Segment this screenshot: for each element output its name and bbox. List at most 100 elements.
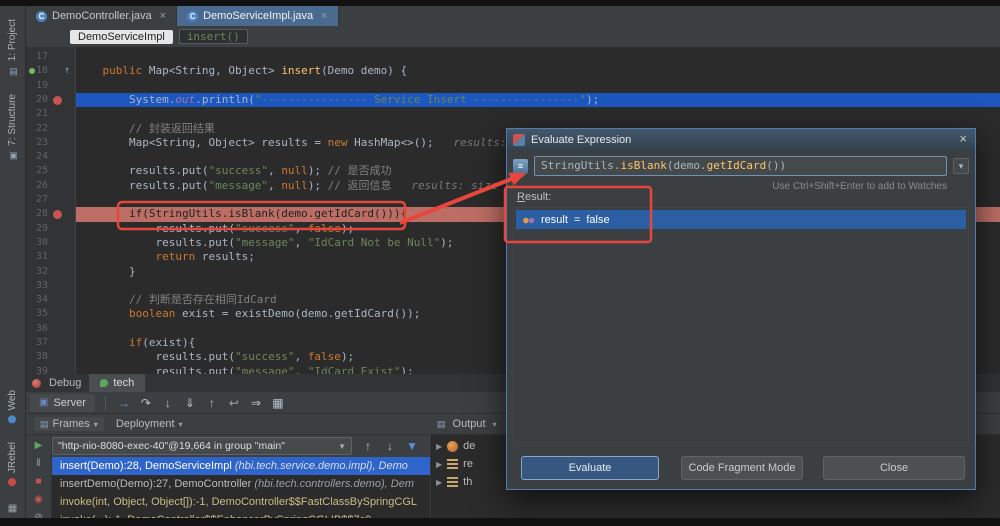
expand-icon[interactable]: ▶ (436, 460, 442, 469)
code-text: if(StringUtils.isBlank(demo.getIdCard())… (76, 207, 407, 221)
stop-icon[interactable]: ■ (32, 475, 46, 489)
step-over-icon[interactable]: ↷ (138, 395, 154, 411)
frame-down-icon[interactable]: ↓ (382, 438, 398, 454)
view-breakpoints-icon[interactable]: ▦ (270, 395, 286, 411)
tool-stripe-item[interactable]: ▣7: Structure (7, 94, 18, 161)
drop-frame-icon[interactable]: ↩ (226, 395, 242, 411)
left-tool-stripe: ▤1: Project ▣7: Structure Web JRebel ▦ (0, 0, 26, 526)
code-text: results.put("success", false); (76, 350, 354, 364)
class-icon: C (36, 11, 47, 22)
debug-session-tab[interactable]: tech (89, 374, 145, 392)
line-number: 38 (26, 350, 48, 364)
breadcrumb-method[interactable]: insert() (179, 29, 248, 44)
thread-selector-value: "http-nio-8080-exec-40"@19,664 in group … (58, 440, 285, 452)
breadcrumb-class[interactable]: DemoServiceImpl (70, 30, 173, 44)
close-button[interactable]: Close (823, 456, 965, 480)
line-number: 22 (26, 122, 48, 136)
breakpoint-icon[interactable] (53, 96, 62, 105)
expression-input[interactable]: StringUtils.isBlank(demo.getIdCard()) (534, 156, 947, 176)
resume-icon[interactable]: ▶ (32, 439, 46, 453)
tab-democontroller[interactable]: C DemoController.java × (26, 6, 177, 26)
code-text: results.put("message", null); // 返回信息 re… (76, 179, 498, 193)
stack-frame-row[interactable]: insert(Demo):28, DemoServiceImpl (hbi.te… (52, 457, 430, 475)
filter-icon[interactable]: ▼ (404, 438, 420, 454)
run-to-cursor-icon[interactable]: ⇒ (248, 395, 264, 411)
tab-demoserviceimpl[interactable]: C DemoServiceImpl.java × (177, 6, 338, 26)
stack-frame-row[interactable]: invoke(int, Object, Object[]):-1, DemoCo… (52, 493, 430, 511)
breakpoint-icon[interactable] (53, 210, 62, 219)
frame-up-icon[interactable]: ↑ (360, 438, 376, 454)
toolbar-separator (105, 396, 106, 410)
tool-stripe-bottom: Web JRebel ▦ (7, 381, 18, 514)
stack-frame-row[interactable]: invoke(...):-1, DemoController$$Enhancer… (52, 511, 430, 518)
frames-tab[interactable]: ▤ Frames ▾ (34, 417, 104, 431)
show-execution-point-icon[interactable]: → (116, 395, 132, 411)
debug-icon (32, 379, 41, 388)
code-line-18[interactable]: 18↑ public Map<String, Object> insert(De… (26, 64, 1000, 78)
window-bottom-strip (0, 518, 1000, 526)
frames-pane[interactable]: insert(Demo):28, DemoServiceImpl (hbi.te… (52, 457, 430, 518)
line-number: 35 (26, 307, 48, 321)
close-tab-icon[interactable]: × (160, 10, 166, 22)
line-number: 27 (26, 193, 48, 207)
code-text: results.put("message", "IdCard Exist"); (76, 365, 414, 374)
result-label: Result: (517, 191, 551, 203)
line-number: 28 (26, 207, 48, 221)
debug-panel-title: Debug (49, 377, 81, 389)
force-step-into-icon[interactable]: ⇓ (182, 395, 198, 411)
expand-icon[interactable]: ▶ (436, 442, 442, 451)
expression-history-icon[interactable]: ▾ (953, 158, 969, 174)
output-icon: ▤ (437, 419, 446, 430)
line-number: 34 (26, 293, 48, 307)
line-number: 31 (26, 250, 48, 264)
expand-icon[interactable]: ▶ (436, 478, 442, 487)
result-row[interactable]: result = false (516, 210, 966, 229)
window-top-strip (0, 0, 1000, 6)
thread-selector[interactable]: "http-nio-8080-exec-40"@19,664 in group … (52, 437, 352, 455)
deployment-tab[interactable]: Deployment ▾ (116, 418, 183, 430)
line-number: 39 (26, 365, 48, 374)
code-text: public Map<String, Object> insert(Demo d… (76, 64, 407, 78)
result-value: false (586, 214, 609, 226)
tool-stripe-item[interactable]: ▤1: Project (7, 19, 18, 76)
stack-frame-row[interactable]: insertDemo(Demo):27, DemoController (hbi… (52, 475, 430, 493)
pause-icon[interactable]: ‖ (32, 457, 46, 471)
server-tab-label: Server (53, 397, 85, 409)
result-tree[interactable]: result = false (513, 207, 969, 443)
code-line-20[interactable]: 20 System.out.println("---------------- … (26, 93, 1000, 107)
view-breakpoints-side-icon[interactable]: ◉ (32, 493, 46, 507)
line-number: 36 (26, 322, 48, 336)
output-tab[interactable]: Output (453, 418, 486, 430)
tool-window-icon (9, 478, 17, 486)
code-text: results.put("success", null); // 是否成功 (76, 164, 392, 178)
code-fragment-mode-button[interactable]: Code Fragment Mode (681, 456, 803, 480)
chevron-down-icon: ▾ (94, 420, 98, 429)
evaluate-button[interactable]: Evaluate (521, 456, 659, 480)
code-line-17[interactable]: 17 (26, 50, 1000, 64)
code-text: results.put("success", false); (76, 222, 354, 236)
tool-stripe-item[interactable]: Web (7, 390, 18, 423)
server-tab[interactable]: ▣ Server (30, 394, 95, 412)
code-text: return results; (76, 250, 255, 264)
step-out-icon[interactable]: ↑ (204, 395, 220, 411)
stripe-corner-icon[interactable]: ▦ (8, 503, 17, 514)
code-line-21[interactable]: 21 (26, 107, 1000, 121)
line-number: 30 (26, 236, 48, 250)
close-tab-icon[interactable]: × (321, 10, 327, 22)
tool-stripe-item[interactable]: JRebel (7, 442, 18, 486)
dialog-titlebar[interactable]: Evaluate Expression × (507, 129, 975, 150)
code-text: boolean exist = existDemo(demo.getIdCard… (76, 307, 420, 321)
tab-label: DemoServiceImpl.java (203, 10, 313, 22)
step-into-icon[interactable]: ↓ (160, 395, 176, 411)
frames-tab-label: Frames (53, 418, 90, 430)
thread-row: "http-nio-8080-exec-40"@19,664 in group … (26, 435, 430, 457)
overrides-icon[interactable]: ↑ (64, 64, 70, 78)
code-text: // 封装返回结果 (76, 122, 215, 136)
close-icon[interactable]: × (959, 131, 967, 146)
expression-icon: ≡ (513, 159, 528, 174)
tool-window-icon (9, 416, 17, 424)
code-line-19[interactable]: 19 (26, 79, 1000, 93)
line-number: 26 (26, 179, 48, 193)
watches-hint: Use Ctrl+Shift+Enter to add to Watches (772, 181, 947, 192)
line-number: 37 (26, 336, 48, 350)
